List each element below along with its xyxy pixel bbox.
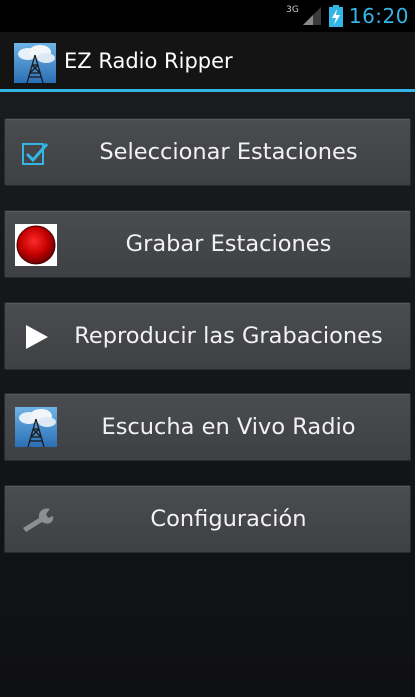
play-recordings-button[interactable]: Reproducir las Grabaciones xyxy=(4,302,411,370)
live-radio-label: Escucha en Vivo Radio xyxy=(101,414,356,440)
action-bar: EZ Radio Ripper xyxy=(0,32,415,92)
battery-charging-icon xyxy=(328,5,343,27)
status-indicators: 3G 16:20 xyxy=(286,0,409,32)
live-radio-button[interactable]: Escucha en Vivo Radio xyxy=(4,393,411,461)
select-stations-label: Seleccionar Estaciones xyxy=(99,139,358,165)
settings-button[interactable]: Configuración xyxy=(4,485,411,553)
radio-tower-icon[interactable] xyxy=(14,43,56,83)
play-recordings-label: Reproducir las Grabaciones xyxy=(74,323,383,349)
record-stations-button[interactable]: Grabar Estaciones xyxy=(4,210,411,278)
status-bar: 3G 16:20 xyxy=(0,0,415,32)
settings-label: Configuración xyxy=(150,506,307,532)
app-title: EZ Radio Ripper xyxy=(64,49,233,73)
cell-signal-icon xyxy=(302,7,321,25)
network-type: 3G xyxy=(286,5,299,15)
select-stations-button[interactable]: Seleccionar Estaciones xyxy=(4,118,411,186)
status-clock: 16:20 xyxy=(348,4,409,28)
record-stations-label: Grabar Estaciones xyxy=(125,231,332,257)
